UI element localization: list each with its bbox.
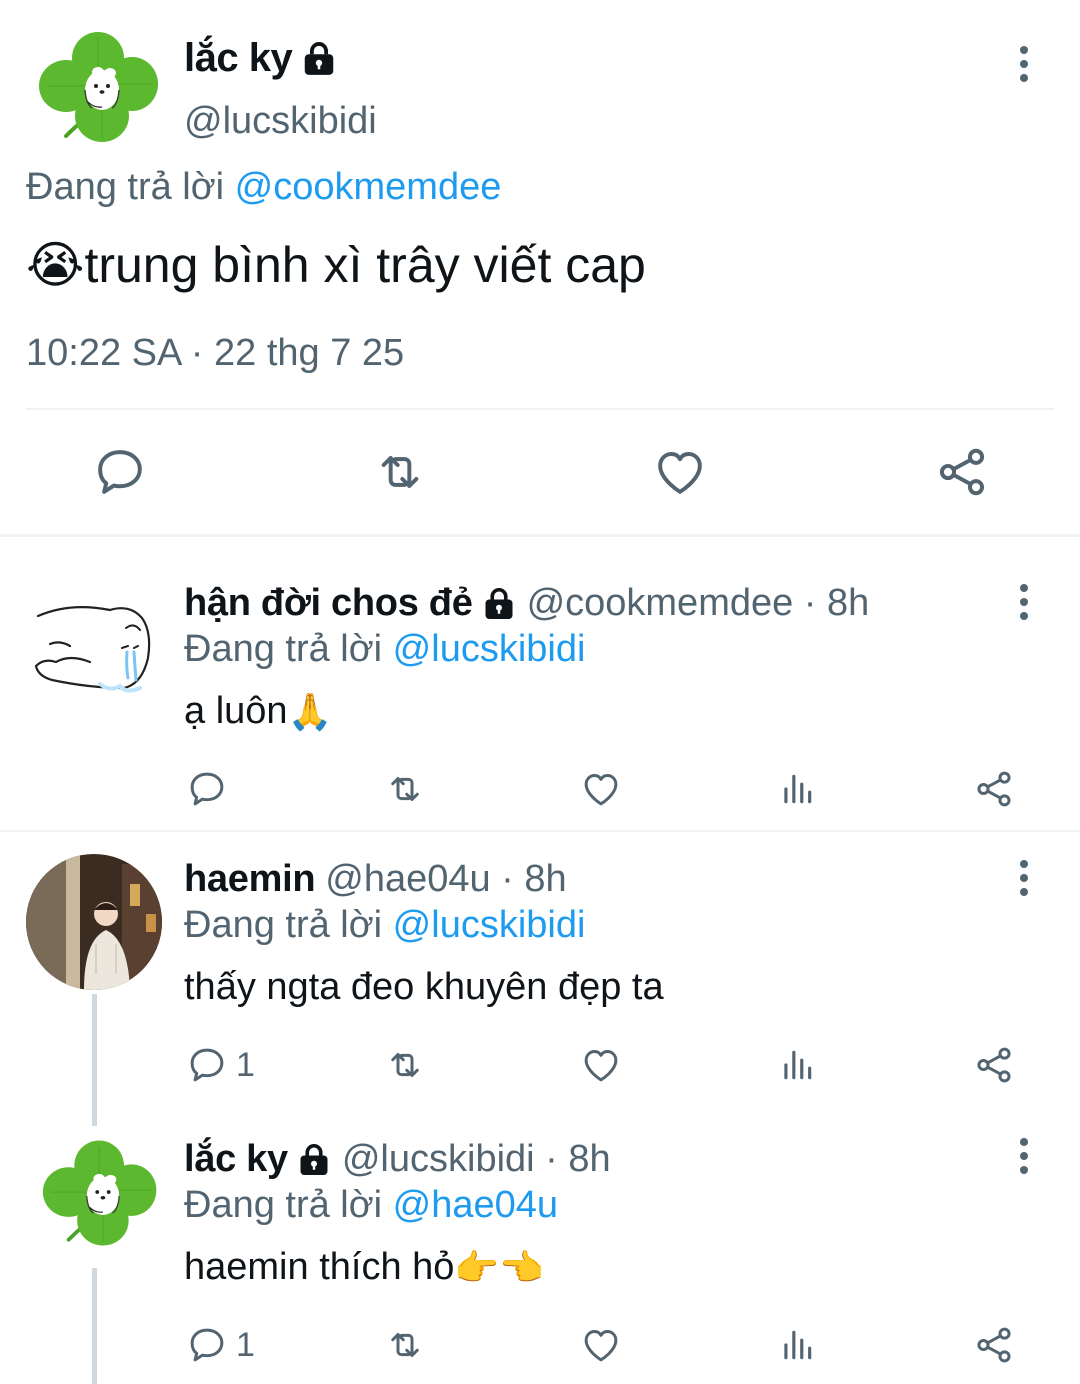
comment-icon[interactable] — [186, 768, 228, 810]
heart-icon[interactable] — [652, 444, 708, 500]
share-icon[interactable] — [934, 444, 990, 500]
retweet-icon[interactable] — [382, 1044, 428, 1086]
divider — [26, 408, 1054, 410]
pointing-fingers-emoji: 👉👈 — [454, 1246, 545, 1288]
heart-icon[interactable] — [580, 768, 622, 810]
share-icon[interactable] — [972, 1044, 1016, 1086]
author-name[interactable]: lắc ky — [184, 36, 338, 81]
handle-time: @hae04u · 8h — [325, 858, 567, 900]
tweet-body: trung bình xì trây viết cap — [84, 237, 646, 293]
avatar[interactable] — [26, 854, 162, 990]
mention-link[interactable]: @lucskibidi — [393, 904, 586, 946]
reply-action[interactable]: 1 — [186, 1044, 255, 1086]
avatar[interactable] — [40, 1136, 164, 1250]
author-handle[interactable]: @lucskibidi — [184, 100, 377, 143]
display-name: hận đời chos đẻ — [184, 582, 473, 624]
mention-link[interactable]: @hae04u — [393, 1184, 558, 1226]
timestamp[interactable]: 10:22 SA · 22 thg 7 25 — [26, 332, 404, 375]
praying-hands-emoji: 🙏 — [287, 690, 333, 732]
comment-icon[interactable] — [186, 1044, 228, 1086]
tweet-text: thấy ngta đeo khuyên đẹp ta — [184, 966, 664, 1009]
views-icon[interactable] — [778, 1324, 816, 1366]
reply-action[interactable]: 1 — [186, 1324, 255, 1366]
replying-to: Đang trả lời @lucskibidi — [184, 904, 585, 947]
tweet-text: haemin thích hỏ 👉👈 — [184, 1246, 544, 1289]
display-name: haemin — [184, 858, 316, 900]
section-divider — [0, 534, 1080, 537]
tweet-text: ạ luôn 🙏 — [184, 690, 332, 733]
more-options-icon[interactable] — [1006, 1136, 1042, 1176]
crying-emoji: 😭 — [26, 237, 85, 293]
share-icon[interactable] — [972, 1324, 1016, 1366]
tweet-text: 😭 trung bình xì trây viết cap — [26, 236, 646, 294]
retweet-icon[interactable] — [370, 444, 430, 500]
divider — [0, 830, 1080, 832]
retweet-icon[interactable] — [382, 768, 428, 810]
share-icon[interactable] — [972, 768, 1016, 810]
mention-link[interactable]: @cookmemdee — [235, 166, 502, 208]
handle-time: @lucskibidi · 8h — [341, 1138, 611, 1180]
replying-prefix: Đang trả lời — [26, 166, 225, 208]
more-options-icon[interactable] — [1006, 858, 1042, 898]
replying-to: Đang trả lời @cookmemdee — [26, 166, 501, 209]
thread-line — [92, 1268, 97, 1384]
retweet-icon[interactable] — [382, 1324, 428, 1366]
comment-icon[interactable] — [186, 1324, 228, 1366]
tweet-body: haemin thích hỏ — [184, 1246, 455, 1288]
display-name: lắc ky — [184, 36, 293, 80]
heart-icon[interactable] — [580, 1044, 622, 1086]
reply-header[interactable]: hận đời chos đẻ @cookmemdee · 8h — [184, 582, 869, 625]
replying-to: Đang trả lời @hae04u — [184, 1184, 558, 1227]
tweet-body: thấy ngta đeo khuyên đẹp ta — [184, 966, 664, 1008]
lock-icon — [300, 40, 338, 78]
reply-header[interactable]: haemin @hae04u · 8h — [184, 858, 567, 901]
more-options-icon[interactable] — [1006, 44, 1042, 84]
reply-count: 1 — [236, 1045, 255, 1084]
reply-count: 1 — [236, 1325, 255, 1364]
mention-link[interactable]: @lucskibidi — [393, 628, 586, 670]
replying-to: Đang trả lời @lucskibidi — [184, 628, 585, 671]
heart-icon[interactable] — [580, 1324, 622, 1366]
replying-prefix: Đang trả lời — [184, 904, 383, 946]
reply-action[interactable] — [186, 768, 236, 810]
tweet-body: ạ luôn — [184, 690, 288, 732]
handle-time: @cookmemdee · 8h — [526, 582, 870, 624]
views-icon[interactable] — [778, 1044, 816, 1086]
replying-prefix: Đang trả lời — [184, 628, 383, 670]
replying-prefix: Đang trả lời — [184, 1184, 383, 1226]
thread-line — [92, 994, 97, 1126]
more-options-icon[interactable] — [1006, 582, 1042, 622]
views-icon[interactable] — [778, 768, 816, 810]
avatar[interactable] — [36, 28, 166, 146]
reply-header[interactable]: lắc ky @lucskibidi · 8h — [184, 1138, 611, 1181]
display-name: lắc ky — [184, 1138, 288, 1180]
lock-icon — [296, 1142, 332, 1178]
avatar[interactable] — [30, 588, 158, 708]
comment-icon[interactable] — [92, 444, 148, 500]
lock-icon — [481, 586, 517, 622]
